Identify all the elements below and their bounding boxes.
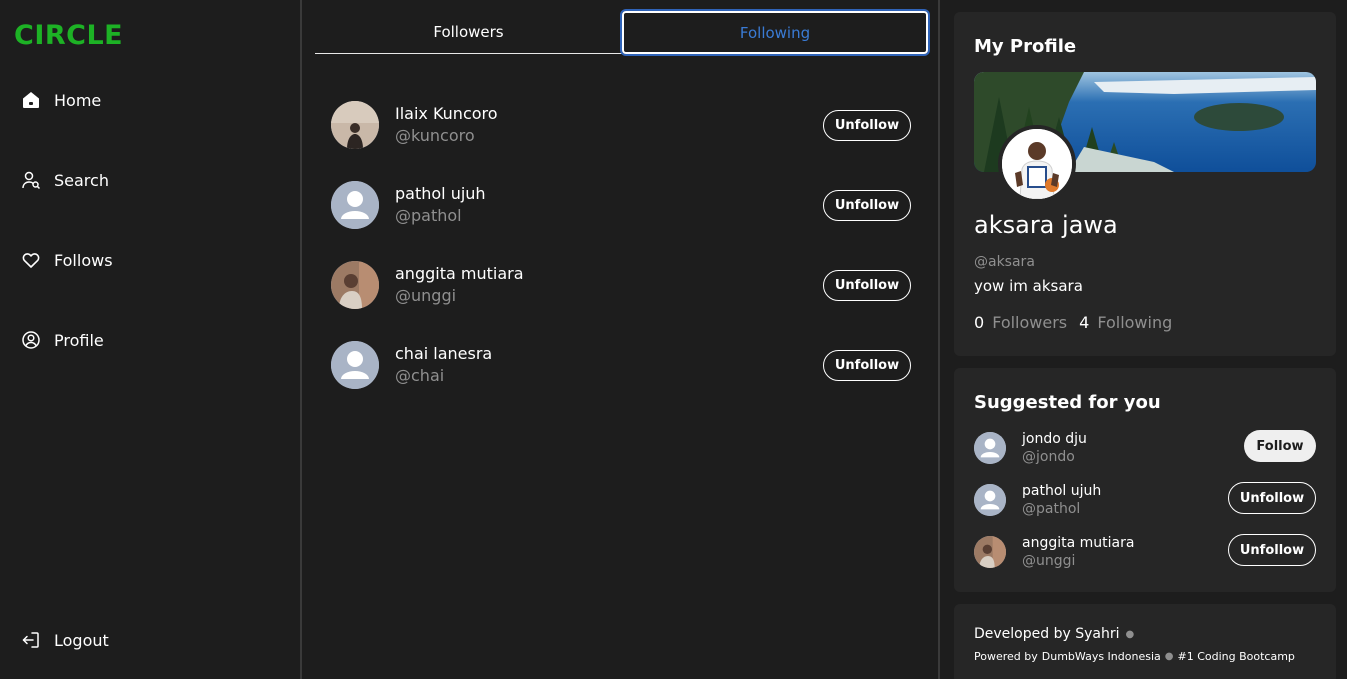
user-name[interactable]: anggita mutiara — [1022, 534, 1134, 552]
list-item: chai lanesra @chai Unfollow — [331, 340, 911, 390]
powered-by-name[interactable]: DumbWays Indonesia — [1042, 650, 1161, 663]
sidebar-item-home[interactable]: Home — [20, 86, 113, 114]
developed-by-text: Developed by Syahri — [974, 626, 1120, 642]
profile-stats: 0 Followers 4 Following — [974, 313, 1176, 332]
profile-bio: yow im aksara — [974, 277, 1083, 295]
profile-handle: @aksara — [974, 254, 1035, 270]
dot-separator: ● — [1125, 628, 1135, 640]
logout-icon — [20, 629, 42, 651]
user-handle: @unggi — [1022, 553, 1076, 569]
following-count: 4 — [1079, 313, 1090, 332]
user-info: jondo dju @jondo — [1022, 430, 1087, 466]
user-name[interactable]: pathol ujuh — [1022, 482, 1101, 500]
followers-count: 0 — [974, 313, 985, 332]
following-label[interactable]: Following — [1097, 313, 1172, 332]
user-info: anggita mutiara @unggi — [1022, 534, 1134, 570]
user-name[interactable]: jondo dju — [1022, 430, 1087, 448]
unfollow-button[interactable]: Unfollow — [823, 350, 911, 381]
card-title: Suggested for you — [974, 392, 1161, 413]
tab-followers[interactable]: Followers — [315, 11, 622, 54]
sidebar-item-search[interactable]: Search — [20, 166, 113, 194]
user-handle: @unggi — [395, 286, 457, 305]
logout-label: Logout — [54, 630, 109, 650]
heart-icon — [20, 249, 42, 271]
user-name[interactable]: chai lanesra — [395, 343, 492, 365]
user-info: anggita mutiara @unggi — [395, 263, 524, 307]
avatar[interactable] — [331, 261, 379, 309]
list-item: Ilaix Kuncoro @kuncoro Unfollow — [331, 100, 911, 150]
user-circle-icon — [20, 329, 42, 351]
sidebar-item-label: Home — [54, 90, 102, 110]
following-list: Ilaix Kuncoro @kuncoro Unfollow pathol u… — [331, 100, 911, 420]
sidebar-item-profile[interactable]: Profile — [20, 326, 113, 354]
tagline: #1 Coding Bootcamp — [1177, 650, 1295, 663]
developer-credit: Developed by Syahri ● — [974, 626, 1134, 642]
unfollow-button[interactable]: Unfollow — [1228, 534, 1316, 566]
home-icon — [20, 89, 42, 111]
card-title: My Profile — [974, 36, 1077, 57]
my-profile-card: My Profile aksara jawa @aksara yow im ak… — [954, 12, 1336, 356]
suggested-list: jondo dju @jondo Follow pathol ujuh @pat… — [974, 430, 1316, 586]
sidebar: CIRCLE Home Search Follows Profile Logou… — [0, 0, 302, 679]
unfollow-button[interactable]: Unfollow — [823, 110, 911, 141]
sidebar-nav: Home Search Follows Profile — [20, 86, 113, 406]
list-item: anggita mutiara @unggi Unfollow — [331, 260, 911, 310]
sidebar-item-follows[interactable]: Follows — [20, 246, 113, 274]
unfollow-button[interactable]: Unfollow — [823, 270, 911, 301]
user-handle: @pathol — [395, 206, 462, 225]
suggested-card: Suggested for you jondo dju @jondo Follo… — [954, 368, 1336, 592]
avatar[interactable] — [331, 101, 379, 149]
logout-button[interactable]: Logout — [20, 626, 109, 654]
follow-button[interactable]: Follow — [1244, 430, 1316, 462]
sidebar-item-label: Profile — [54, 330, 104, 350]
list-item: pathol ujuh @pathol Unfollow — [974, 482, 1316, 518]
user-handle: @chai — [395, 366, 445, 385]
avatar[interactable] — [974, 432, 1006, 464]
avatar[interactable] — [974, 484, 1006, 516]
avatar[interactable] — [331, 341, 379, 389]
tab-following[interactable]: Following — [622, 11, 928, 54]
powered-by-label: Powered by — [974, 650, 1038, 663]
unfollow-button[interactable]: Unfollow — [823, 190, 911, 221]
user-info: pathol ujuh @pathol — [395, 183, 486, 227]
followers-label[interactable]: Followers — [992, 313, 1067, 332]
dot-separator: ● — [1164, 651, 1174, 662]
profile-avatar[interactable] — [998, 125, 1076, 203]
powered-by: Powered by DumbWays Indonesia ● #1 Codin… — [974, 650, 1295, 663]
user-handle: @pathol — [1022, 501, 1081, 517]
avatar[interactable] — [974, 536, 1006, 568]
right-panel: My Profile aksara jawa @aksara yow im ak… — [940, 0, 1347, 679]
user-name[interactable]: anggita mutiara — [395, 263, 524, 285]
profile-name: aksara jawa — [974, 211, 1118, 239]
user-info: pathol ujuh @pathol — [1022, 482, 1101, 518]
list-item: pathol ujuh @pathol Unfollow — [331, 180, 911, 230]
sidebar-item-label: Follows — [54, 250, 113, 270]
avatar[interactable] — [331, 181, 379, 229]
list-item: jondo dju @jondo Follow — [974, 430, 1316, 466]
follow-tabs: Followers Following — [315, 11, 929, 55]
main-content: Followers Following Ilaix Kuncoro @kunco… — [302, 0, 940, 679]
user-handle: @jondo — [1022, 449, 1075, 465]
unfollow-button[interactable]: Unfollow — [1228, 482, 1316, 514]
footer-card: Developed by Syahri ● Powered by DumbWay… — [954, 604, 1336, 679]
user-name[interactable]: pathol ujuh — [395, 183, 486, 205]
brand-logo[interactable]: CIRCLE — [14, 20, 300, 52]
user-info: chai lanesra @chai — [395, 343, 492, 387]
sidebar-item-label: Search — [54, 170, 109, 190]
search-user-icon — [20, 169, 42, 191]
list-item: anggita mutiara @unggi Unfollow — [974, 534, 1316, 570]
user-name[interactable]: Ilaix Kuncoro — [395, 103, 498, 125]
user-handle: @kuncoro — [395, 126, 475, 145]
user-info: Ilaix Kuncoro @kuncoro — [395, 103, 498, 147]
